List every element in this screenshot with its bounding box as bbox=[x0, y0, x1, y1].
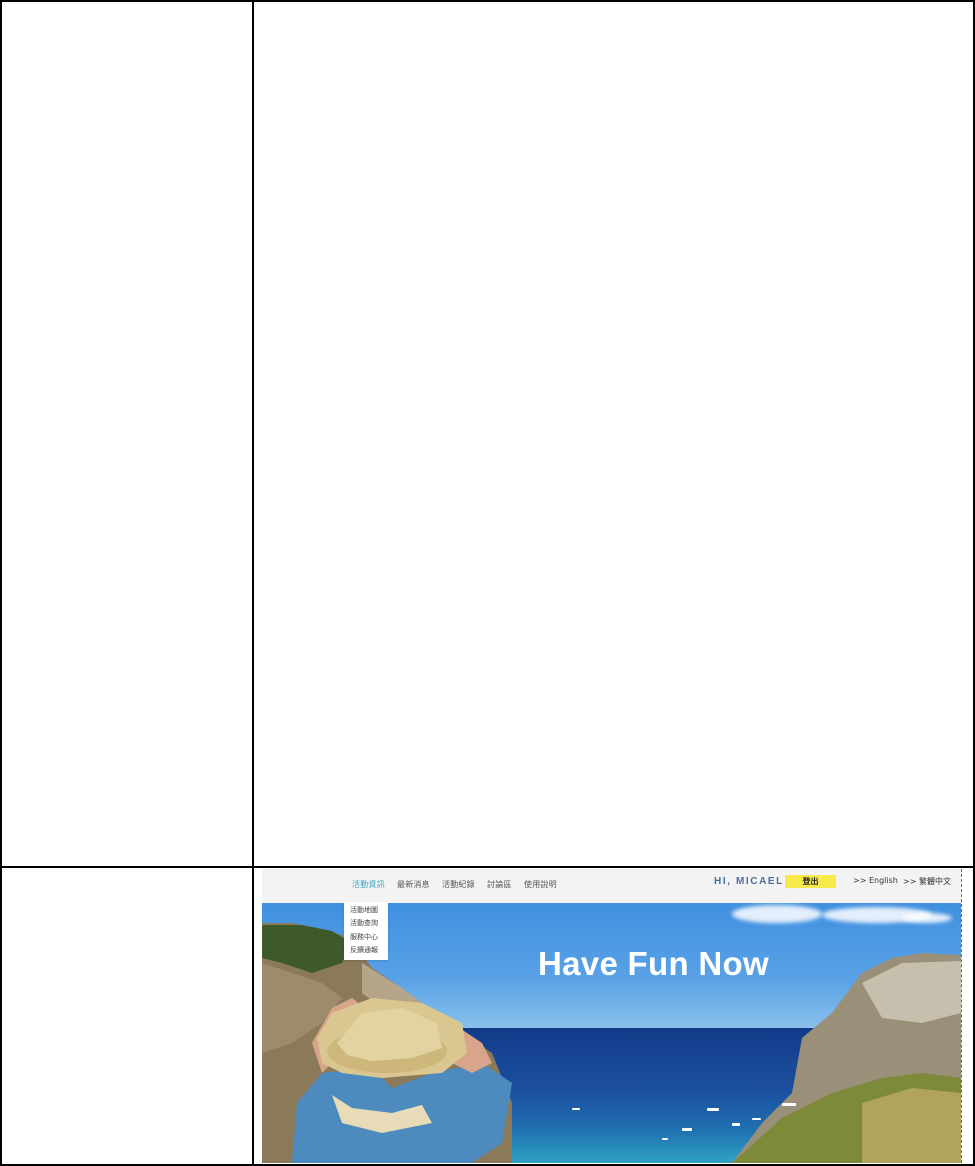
dropdown-item-activity-map[interactable]: 活動地圖 bbox=[350, 905, 378, 915]
nav-item-forum[interactable]: 討論區 bbox=[487, 879, 512, 890]
logout-button[interactable]: 登出 bbox=[785, 875, 836, 888]
nav-item-activity-records[interactable]: 活動紀錄 bbox=[442, 879, 475, 890]
nav-dropdown-menu: 活動地圖 活動查詢 服務中心 反饋通報 bbox=[344, 902, 388, 960]
nav-item-latest-news[interactable]: 最新消息 bbox=[397, 879, 430, 890]
dropdown-item-feedback[interactable]: 反饋通報 bbox=[350, 945, 378, 955]
nav-item-instructions[interactable]: 使用說明 bbox=[524, 879, 557, 890]
website-screenshot: 活動資訊 最新消息 活動紀錄 討論區 使用說明 HI, MICAEL 登出 >>… bbox=[262, 869, 961, 1163]
table-cell-row1-col2 bbox=[254, 2, 973, 866]
screenshot-dashed-edge bbox=[961, 869, 962, 1163]
user-greeting: HI, MICAEL bbox=[714, 876, 784, 887]
lang-traditional-chinese-link[interactable]: >> 繁體中文 bbox=[903, 876, 951, 887]
table-cell-row1-col1 bbox=[2, 2, 252, 866]
dropdown-item-service-center[interactable]: 服務中心 bbox=[350, 932, 378, 942]
dropdown-item-activity-search[interactable]: 活動查詢 bbox=[350, 918, 378, 928]
nav-item-activity-info[interactable]: 活動資訊 bbox=[352, 879, 385, 890]
lang-english-link[interactable]: >> English bbox=[853, 876, 898, 885]
table-cell-row2-col1 bbox=[2, 868, 252, 1164]
hero-title: Have Fun Now bbox=[538, 945, 769, 982]
website-nav-bar: 活動資訊 最新消息 活動紀錄 討論區 使用說明 HI, MICAEL 登出 >>… bbox=[262, 869, 961, 903]
